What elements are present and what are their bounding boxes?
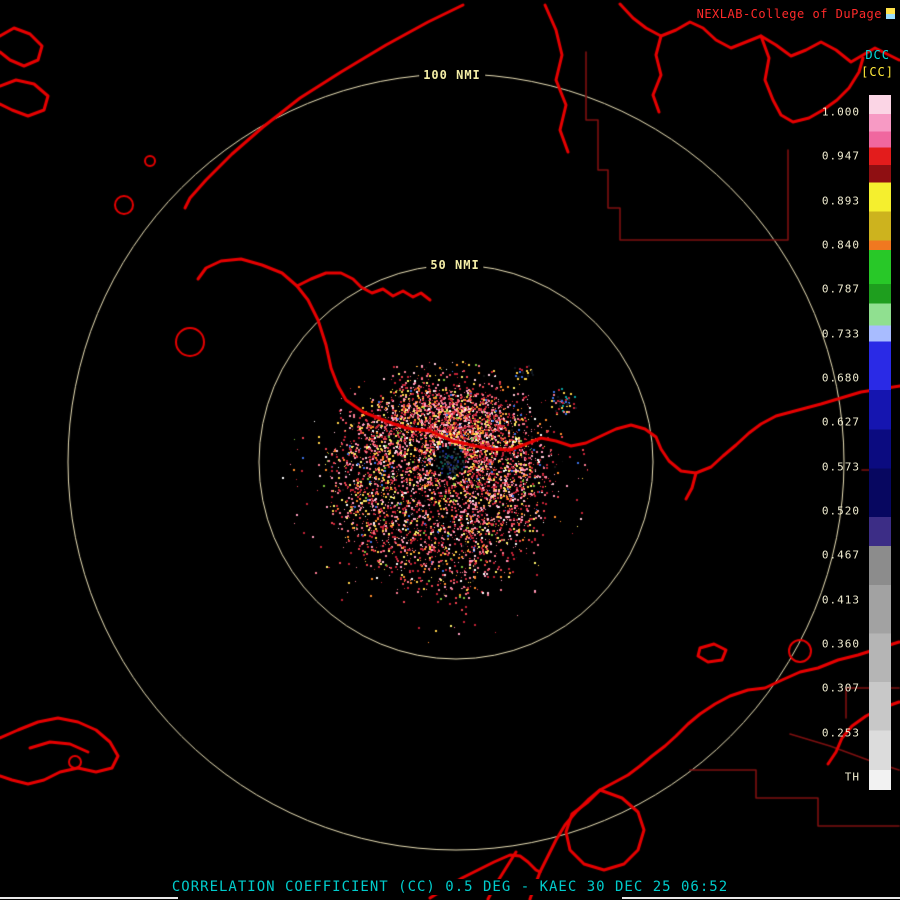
station-title: NEXLAB-College of DuPage: [696, 7, 882, 21]
product-caption: CORRELATION COEFFICIENT (CC) 0.5 DEG - K…: [166, 879, 734, 895]
range-ring-label-50nmi: 50 NMI: [426, 257, 484, 273]
product-code: DCC: [865, 48, 890, 62]
bottom-border-left: [0, 897, 178, 899]
colorbar-gradient: [869, 95, 891, 790]
bottom-border-right: [622, 897, 900, 899]
station-glyph: [886, 8, 895, 19]
radar-map-canvas: [0, 0, 900, 900]
radar-display: NEXLAB-College of DuPage DCC [CC] 1.000 0…: [0, 0, 900, 900]
range-ring-label-100nmi: 100 NMI: [419, 67, 485, 83]
product-unit: [CC]: [861, 65, 894, 79]
